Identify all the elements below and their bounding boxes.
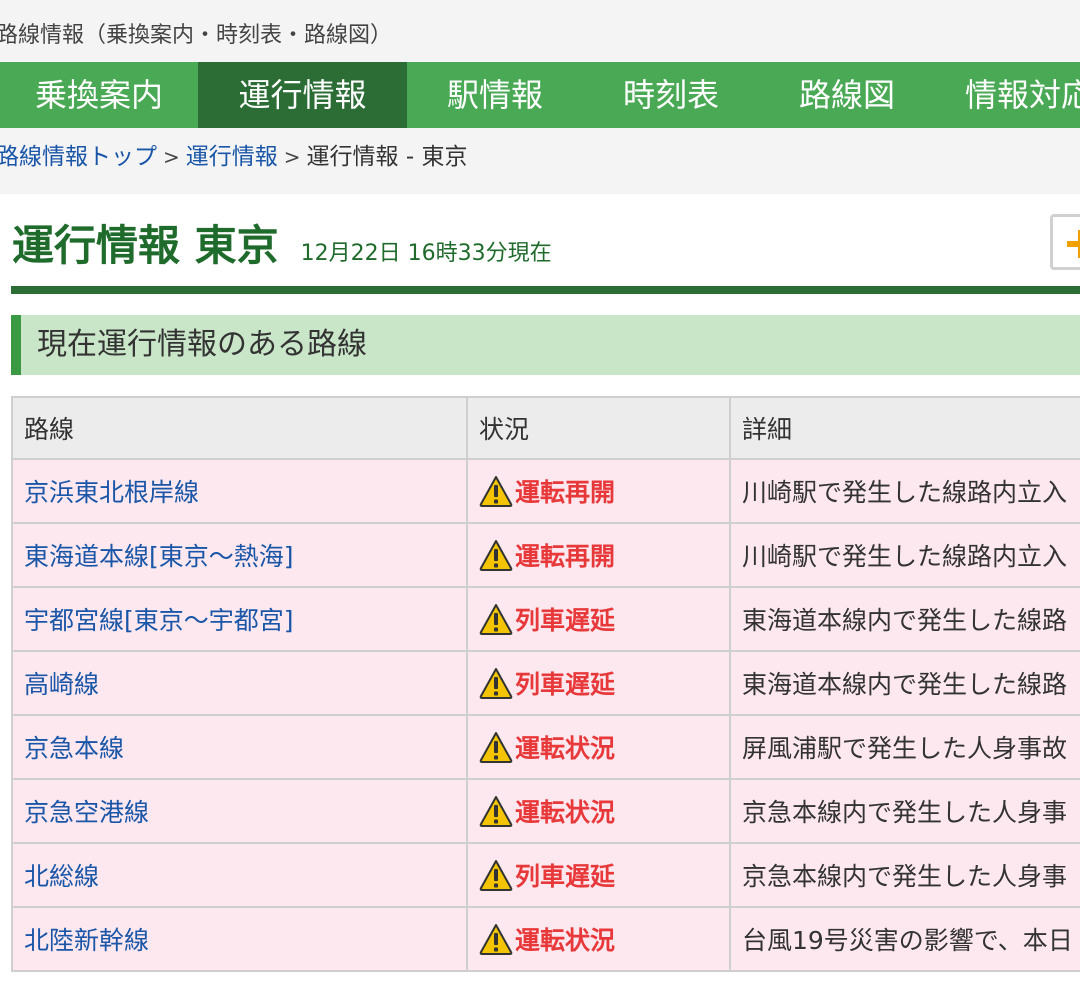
table-header-row: 路線 状況 詳細 [11, 396, 1080, 460]
detail-cell: 東海道本線内で発生した線路 [729, 586, 1080, 652]
section-heading-bar: 現在運行情報のある路線 [11, 315, 1080, 375]
expand-button[interactable] [1050, 214, 1080, 270]
status-label: 運転状況 [515, 798, 616, 827]
line-link[interactable]: 高崎線 [24, 670, 99, 699]
warning-triangle-icon [479, 604, 513, 635]
table-row: 京急空港線 運転状況 京急本線内で発生した人身事 [11, 778, 1080, 844]
line-cell: 高崎線 [11, 650, 468, 716]
line-cell: 北陸新幹線 [11, 906, 468, 972]
status-label: 列車遅延 [515, 606, 616, 635]
line-link[interactable]: 北総線 [24, 862, 99, 891]
column-header-status: 状況 [466, 396, 731, 460]
breadcrumb-current: 運行情報 - 東京 [306, 144, 468, 170]
site-title: 路線情報（乗換案内・時刻表・路線図） [0, 23, 393, 48]
title-divider [11, 286, 1080, 294]
warning-triangle-icon [479, 540, 513, 571]
detail-text: 川崎駅で発生した線路内立入 [742, 542, 1068, 571]
breadcrumb-top-link[interactable]: 路線情報トップ [0, 144, 157, 170]
detail-cell: 東海道本線内で発生した線路 [729, 650, 1080, 716]
detail-text: 東海道本線内で発生した線路 [742, 670, 1068, 699]
status-label: 列車遅延 [515, 670, 616, 699]
detail-text: 京急本線内で発生した人身事 [742, 798, 1068, 827]
line-cell: 東海道本線[東京～熱海] [11, 522, 468, 588]
line-cell: 北総線 [11, 842, 468, 908]
nav-tab-route-map[interactable]: 路線図 [759, 62, 935, 128]
section-heading: 現在運行情報のある路線 [37, 327, 367, 362]
line-link[interactable]: 京浜東北根岸線 [24, 478, 199, 507]
detail-text: 京急本線内で発生した人身事 [742, 862, 1068, 891]
detail-text: 屏風浦駅で発生した人身事故 [742, 734, 1068, 763]
warning-triangle-icon [479, 668, 513, 699]
main-nav: 乗換案内 運行情報 駅情報 時刻表 路線図 情報対応 [0, 62, 1080, 128]
status-cell: 列車遅延 [466, 842, 731, 908]
update-timestamp: 12月22日 16時33分現在 [300, 241, 552, 266]
status-cell: 運転状況 [466, 906, 731, 972]
warning-triangle-icon [479, 796, 513, 827]
nav-tab-transfer[interactable]: 乗換案内 [0, 62, 198, 128]
main-content: 運行情報 東京 12月22日 16時33分現在 現在運行情報のある路線 路線 状況… [0, 194, 1080, 998]
detail-text: 東海道本線内で発生した線路 [742, 606, 1068, 635]
warning-triangle-icon [479, 924, 513, 955]
detail-cell: 台風19号災害の影響で、本日 [729, 906, 1080, 972]
line-link[interactable]: 宇都宮線[東京～宇都宮] [24, 606, 294, 635]
status-cell: 運転再開 [466, 458, 731, 524]
table-row: 東海道本線[東京～熱海] 運転再開 川崎駅で発生した線路内立入 [11, 522, 1080, 588]
service-status-table: 路線 状況 詳細 京浜東北根岸線 運転再開 川崎駅で発生した線路内立入 東海道本… [11, 396, 1080, 972]
status-label: 運転状況 [515, 926, 616, 955]
status-label: 運転状況 [515, 734, 616, 763]
nav-tab-service-info[interactable]: 運行情報 [198, 62, 407, 128]
line-link[interactable]: 北陸新幹線 [24, 926, 149, 955]
status-cell: 運転再開 [466, 522, 731, 588]
status-cell: 列車遅延 [466, 586, 731, 652]
breadcrumb: 路線情報トップ > 運行情報 > 運行情報 - 東京 [0, 128, 1080, 194]
column-header-detail: 詳細 [729, 396, 1080, 460]
site-title-bar: 路線情報（乗換案内・時刻表・路線図） [0, 12, 1080, 60]
line-cell: 京急空港線 [11, 778, 468, 844]
line-link[interactable]: 京急本線 [24, 734, 124, 763]
line-cell: 京浜東北根岸線 [11, 458, 468, 524]
warning-triangle-icon [479, 476, 513, 507]
table-row: 京急本線 運転状況 屏風浦駅で発生した人身事故 [11, 714, 1080, 780]
detail-text: 台風19号災害の影響で、本日 [742, 926, 1073, 955]
table-row: 北陸新幹線 運転状況 台風19号災害の影響で、本日 [11, 906, 1080, 972]
table-row: 北総線 列車遅延 京急本線内で発生した人身事 [11, 842, 1080, 908]
table-row: 京浜東北根岸線 運転再開 川崎駅で発生した線路内立入 [11, 458, 1080, 524]
nav-tab-station-info[interactable]: 駅情報 [407, 62, 583, 128]
line-link[interactable]: 京急空港線 [24, 798, 149, 827]
detail-cell: 川崎駅で発生した線路内立入 [729, 458, 1080, 524]
status-cell: 列車遅延 [466, 650, 731, 716]
warning-triangle-icon [479, 732, 513, 763]
status-cell: 運転状況 [466, 714, 731, 780]
status-cell: 運転状況 [466, 778, 731, 844]
status-label: 運転再開 [515, 542, 616, 571]
title-row: 運行情報 東京 12月22日 16時33分現在 [12, 212, 552, 282]
page-title: 運行情報 東京 [12, 221, 279, 270]
nav-tab-timetable[interactable]: 時刻表 [583, 62, 759, 128]
detail-cell: 川崎駅で発生した線路内立入 [729, 522, 1080, 588]
column-header-line: 路線 [11, 396, 468, 460]
status-label: 運転再開 [515, 478, 616, 507]
line-cell: 宇都宮線[東京～宇都宮] [11, 586, 468, 652]
line-link[interactable]: 東海道本線[東京～熱海] [24, 542, 294, 571]
breadcrumb-separator: > [163, 145, 180, 169]
status-label: 列車遅延 [515, 862, 616, 891]
table-row: 宇都宮線[東京～宇都宮] 列車遅延 東海道本線内で発生した線路 [11, 586, 1080, 652]
warning-triangle-icon [479, 860, 513, 891]
detail-cell: 京急本線内で発生した人身事 [729, 778, 1080, 844]
nav-tab-info-support[interactable]: 情報対応 [935, 62, 1080, 128]
breadcrumb-separator: > [283, 145, 301, 169]
line-cell: 京急本線 [11, 714, 468, 780]
table-row: 高崎線 列車遅延 東海道本線内で発生した線路 [11, 650, 1080, 716]
breadcrumb-service-info-link[interactable]: 運行情報 [186, 144, 278, 170]
detail-cell: 京急本線内で発生した人身事 [729, 842, 1080, 908]
detail-text: 川崎駅で発生した線路内立入 [742, 478, 1068, 507]
detail-cell: 屏風浦駅で発生した人身事故 [729, 714, 1080, 780]
